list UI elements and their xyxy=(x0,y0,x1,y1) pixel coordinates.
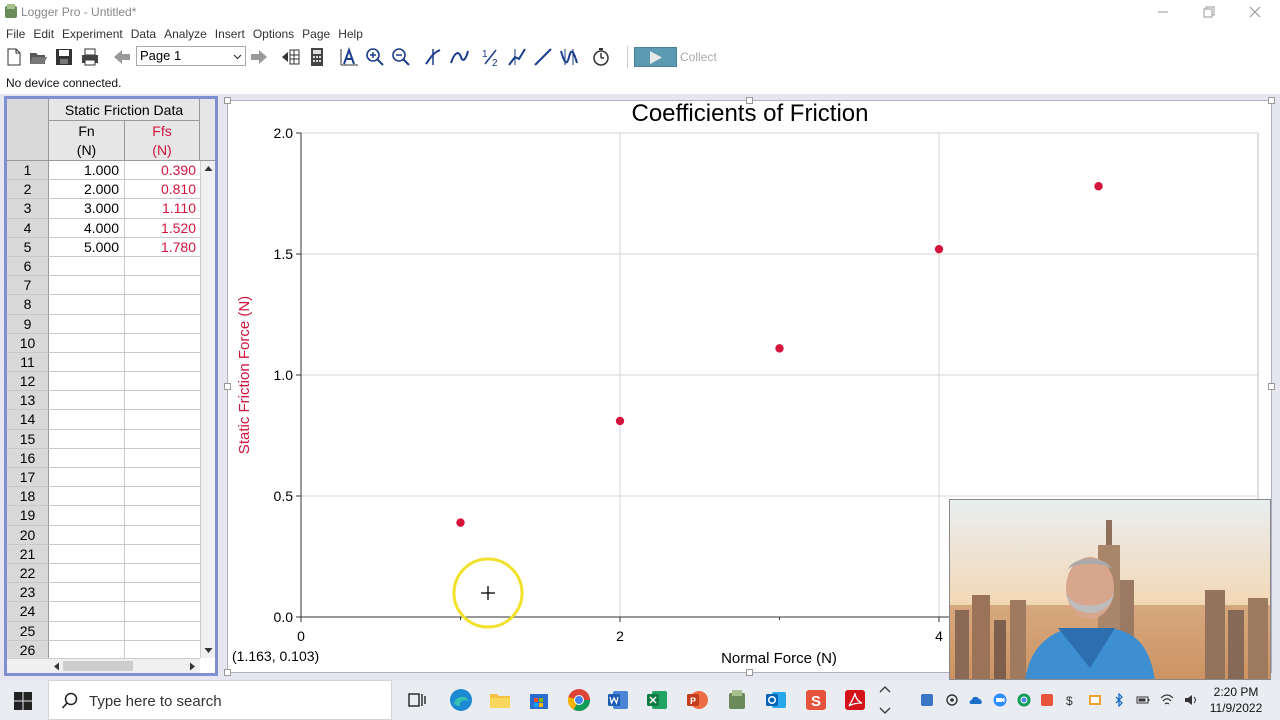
onedrive-icon[interactable] xyxy=(969,693,983,707)
volume-icon[interactable] xyxy=(1184,693,1198,707)
logger-pro-window: Logger Pro - Untitled* File Edit Experim… xyxy=(0,0,1280,720)
powerpoint-icon[interactable]: P xyxy=(684,687,710,713)
chrome-icon[interactable] xyxy=(566,687,592,713)
svg-text:P: P xyxy=(690,696,696,706)
chrome-tray-icon[interactable] xyxy=(1017,693,1031,707)
clock-time: 2:20 PM xyxy=(1213,685,1259,699)
settings-tray-icon[interactable] xyxy=(945,693,959,707)
data-point[interactable] xyxy=(775,344,784,353)
data-point[interactable] xyxy=(615,416,625,426)
clock-date: 11/9/2022 xyxy=(1209,701,1263,715)
bluetooth-icon[interactable] xyxy=(1112,693,1126,707)
chevron-down-icon[interactable] xyxy=(878,703,892,717)
y-tick-label: 1.5 xyxy=(274,246,294,262)
webcam-overlay xyxy=(949,499,1271,680)
acrobat-icon[interactable] xyxy=(842,687,868,713)
search-icon xyxy=(61,692,78,709)
windows-start-icon[interactable] xyxy=(14,692,32,710)
logger-pro-taskbar-icon[interactable] xyxy=(724,687,750,713)
wifi-icon[interactable] xyxy=(1160,693,1174,707)
y-axis-label[interactable]: Static Friction Force (N) xyxy=(236,296,253,454)
chart-title: Coefficients of Friction xyxy=(631,100,869,127)
svg-text:$: $ xyxy=(1066,694,1073,707)
battery-icon[interactable] xyxy=(1136,693,1150,707)
chevron-up-icon[interactable] xyxy=(878,683,892,697)
coordinate-readout: (1.163, 0.103) xyxy=(232,648,320,664)
y-tick-label: 2.0 xyxy=(274,125,294,141)
task-view-icon[interactable] xyxy=(404,687,430,713)
y-tick-label: 0.0 xyxy=(274,609,294,625)
data-point[interactable] xyxy=(1094,182,1103,191)
outlook-icon[interactable] xyxy=(763,687,789,713)
snagit-tray-icon[interactable] xyxy=(1040,693,1054,707)
x-tick-label: 0 xyxy=(297,628,305,644)
data-point[interactable] xyxy=(934,244,944,254)
svg-text:S: S xyxy=(811,693,821,710)
snagit-icon[interactable]: S xyxy=(803,687,829,713)
excel-icon[interactable] xyxy=(644,687,670,713)
taskbar-search-box[interactable]: Type here to search xyxy=(48,680,392,720)
microsoft-store-icon[interactable] xyxy=(526,687,552,713)
tray-app-icon[interactable] xyxy=(920,693,934,707)
dollar-tray-icon[interactable]: $ xyxy=(1063,693,1077,707)
windows-taskbar: Type here to search P S $ 2:20 PM 11/9/2… xyxy=(0,680,1280,720)
taskbar-clock[interactable]: 2:20 PM 11/9/2022 xyxy=(1206,684,1266,716)
edge-browser-icon[interactable] xyxy=(448,687,474,713)
zoom-tray-icon[interactable] xyxy=(993,693,1007,707)
word-icon[interactable] xyxy=(605,687,631,713)
search-placeholder: Type here to search xyxy=(89,693,222,710)
x-axis-label[interactable]: Normal Force (N) xyxy=(721,650,837,667)
presenter-video-image xyxy=(950,500,1270,679)
file-explorer-icon[interactable] xyxy=(487,687,513,713)
x-tick-label: 4 xyxy=(935,628,943,644)
data-point[interactable] xyxy=(456,518,465,527)
y-tick-label: 1.0 xyxy=(274,367,294,383)
y-tick-label: 0.5 xyxy=(274,488,294,504)
network-shield-icon[interactable] xyxy=(1088,693,1102,707)
x-tick-label: 2 xyxy=(616,628,624,644)
